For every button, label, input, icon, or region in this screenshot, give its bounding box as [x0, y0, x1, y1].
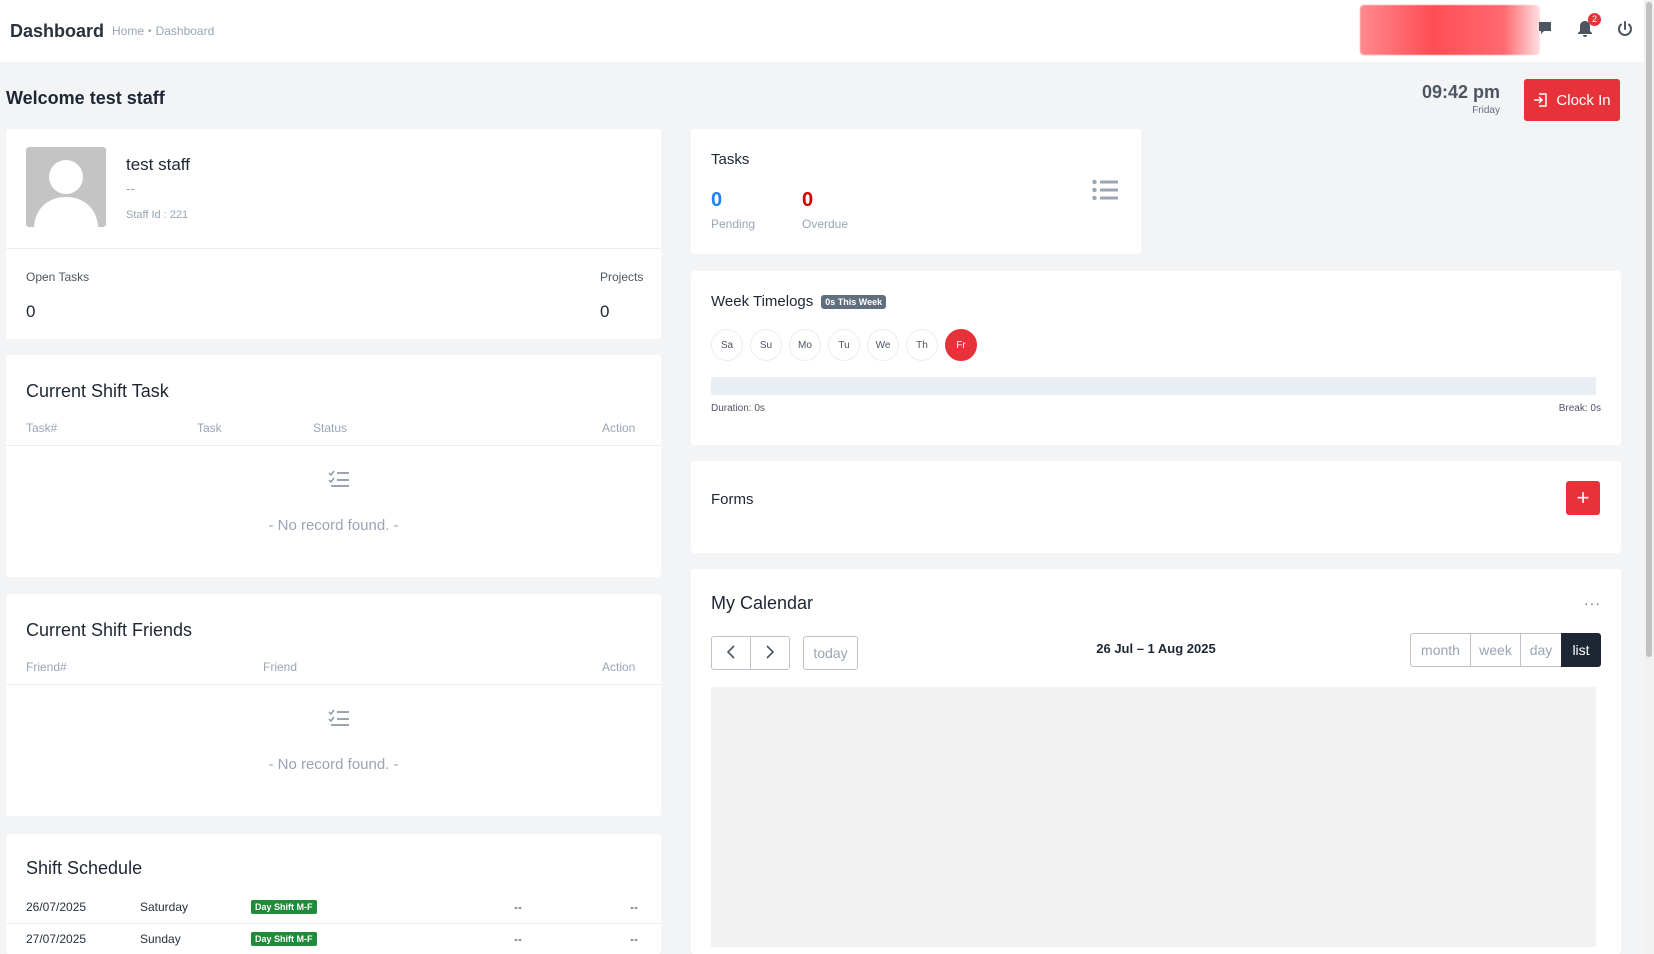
clock-day: Friday: [1472, 105, 1500, 116]
view-month-button[interactable]: month: [1410, 633, 1471, 667]
schedule-day: Saturday: [140, 900, 189, 914]
shift-schedule-card: Shift Schedule 26/07/2025 Saturday Day S…: [6, 834, 661, 954]
schedule-date: 26/07/2025: [26, 900, 87, 914]
scrollbar-thumb[interactable]: [1646, 2, 1652, 657]
day-we[interactable]: We: [867, 329, 899, 361]
schedule-cell: --: [630, 932, 638, 946]
pending-label: Pending: [711, 217, 756, 231]
clock-time: 09:42 pm: [1421, 82, 1500, 102]
add-form-button[interactable]: +: [1566, 481, 1600, 515]
forms-card: Forms +: [691, 461, 1621, 553]
schedule-day: Sunday: [140, 932, 181, 946]
day-th[interactable]: Th: [906, 329, 938, 361]
notification-badge: 2: [1587, 13, 1601, 26]
open-tasks-value[interactable]: 0: [26, 302, 35, 322]
open-tasks-label: Open Tasks: [26, 270, 90, 284]
pending-count[interactable]: 0: [711, 189, 722, 212]
week-timelogs-card: Week Timelogs 0s This Week Sa Su Mo Tu We…: [691, 271, 1621, 445]
column-header: Friend: [263, 660, 298, 674]
calendar-list-body: [711, 687, 1596, 947]
forms-title: Forms: [711, 491, 754, 508]
schedule-cell: --: [514, 900, 522, 914]
power-icon[interactable]: [1615, 18, 1635, 40]
redacted-area: [1360, 5, 1540, 55]
day-mo[interactable]: Mo: [789, 329, 821, 361]
breadcrumb-current: Dashboard: [155, 24, 215, 38]
clock-display: 09:42 pm Friday: [1380, 82, 1500, 116]
breadcrumb-separator: •: [148, 25, 152, 37]
schedule-date: 27/07/2025: [26, 932, 87, 946]
schedule-cell: --: [630, 900, 638, 914]
profile-card: test staff -- Staff Id : 221 Open Tasks …: [6, 129, 661, 339]
divider: [6, 923, 661, 924]
chat-icon[interactable]: [1535, 18, 1555, 40]
table-row: 26/07/2025 Saturday Day Shift M-F -- --: [6, 900, 661, 931]
day-su[interactable]: Su: [750, 329, 782, 361]
column-header: Action: [602, 421, 636, 435]
divider: [6, 248, 661, 249]
timelog-progress-bar: [711, 377, 1596, 395]
bell-icon[interactable]: 2: [1575, 13, 1601, 40]
projects-label: Projects: [600, 270, 644, 284]
profile-staff-id: Staff Id : 221: [126, 209, 189, 221]
my-calendar-card: My Calendar ··· today 26 Jul – 1 Aug 202…: [691, 569, 1621, 954]
clock-in-button[interactable]: Clock In: [1524, 79, 1620, 121]
shift-badge: Day Shift M-F: [251, 900, 317, 914]
projects-value[interactable]: 0: [600, 302, 609, 322]
welcome-heading: Welcome test staff: [6, 88, 165, 108]
sign-in-icon: [1534, 93, 1548, 107]
current-shift-friends-title: Current Shift Friends: [26, 620, 193, 640]
day-tu[interactable]: Tu: [828, 329, 860, 361]
table-row: 27/07/2025 Sunday Day Shift M-F -- --: [6, 932, 661, 954]
week-timelogs-heading: Week Timelogs 0s This Week: [711, 293, 887, 310]
overdue-label: Overdue: [802, 217, 849, 231]
avatar: [26, 147, 106, 227]
more-icon[interactable]: ···: [1584, 595, 1601, 611]
scrollbar[interactable]: [1644, 0, 1654, 954]
breadcrumb: Home • Dashboard: [112, 24, 214, 38]
column-header: Task#: [26, 421, 58, 435]
divider: [6, 684, 661, 685]
shift-schedule-title: Shift Schedule: [26, 858, 143, 878]
current-shift-task-title: Current Shift Task: [26, 381, 169, 401]
column-header: Friend#: [26, 660, 67, 674]
empty-state: - No record found. -: [268, 517, 399, 534]
task-list-icon: [328, 470, 350, 491]
break-text: Break: 0s: [1558, 403, 1601, 414]
profile-designation: --: [126, 181, 135, 196]
tasks-card: Tasks 0 Pending 0 Overdue: [691, 129, 1141, 254]
view-day-button[interactable]: day: [1520, 633, 1562, 667]
view-week-button[interactable]: week: [1470, 633, 1521, 667]
header-icons: 2: [1535, 13, 1635, 40]
day-sa[interactable]: Sa: [711, 329, 743, 361]
week-timelogs-title: Week Timelogs: [711, 293, 814, 310]
column-header: Status: [313, 421, 348, 435]
view-list-button[interactable]: list: [1561, 633, 1601, 667]
column-header: Task: [197, 421, 222, 435]
divider: [6, 445, 661, 446]
current-shift-friends-card: Current Shift Friends Friend# Friend Act…: [6, 594, 661, 816]
day-fr[interactable]: Fr: [945, 329, 977, 361]
current-shift-task-card: Current Shift Task Task# Task Status Act…: [6, 355, 661, 577]
week-total-badge: 0s This Week: [821, 295, 887, 310]
profile-name: test staff: [126, 155, 190, 174]
schedule-cell: --: [514, 932, 522, 946]
list-icon: [1092, 179, 1118, 204]
duration-text: Duration: 0s: [711, 403, 765, 414]
calendar-title: My Calendar: [711, 593, 814, 613]
breadcrumb-home[interactable]: Home: [112, 24, 144, 38]
column-header: Action: [602, 660, 636, 674]
clock-in-label: Clock In: [1556, 91, 1611, 109]
overdue-count[interactable]: 0: [802, 189, 813, 212]
shift-badge: Day Shift M-F: [251, 932, 317, 946]
task-list-icon: [328, 709, 350, 730]
empty-state: - No record found. -: [268, 756, 399, 773]
tasks-title: Tasks: [711, 151, 750, 168]
page-title: Dashboard: [10, 20, 105, 41]
